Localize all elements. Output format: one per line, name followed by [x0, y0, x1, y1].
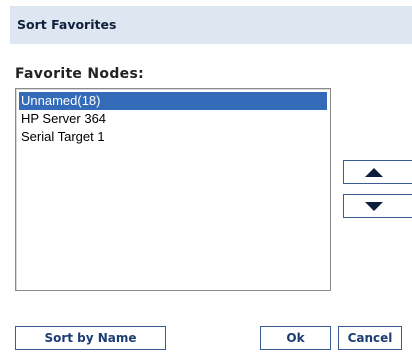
list-item[interactable]: Serial Target 1 [19, 128, 327, 146]
dialog-title: Sort Favorites [17, 17, 117, 32]
ok-button[interactable]: Ok [260, 326, 331, 350]
list-item[interactable]: Unnamed(18) [19, 92, 327, 110]
triangle-down-icon [365, 202, 383, 211]
cancel-button[interactable]: Cancel [338, 326, 402, 350]
move-down-button[interactable] [343, 194, 412, 218]
sort-by-name-button[interactable]: Sort by Name [15, 326, 166, 350]
move-up-button[interactable] [343, 160, 412, 184]
favorite-nodes-listbox[interactable]: Unnamed(18) HP Server 364 Serial Target … [15, 88, 331, 291]
favorite-nodes-label: Favorite Nodes: [15, 66, 144, 82]
triangle-up-icon [365, 168, 383, 177]
dialog-title-bar: Sort Favorites [10, 6, 412, 44]
list-item[interactable]: HP Server 364 [19, 110, 327, 128]
sort-favorites-dialog: Sort Favorites Favorite Nodes: Unnamed(1… [0, 0, 412, 358]
